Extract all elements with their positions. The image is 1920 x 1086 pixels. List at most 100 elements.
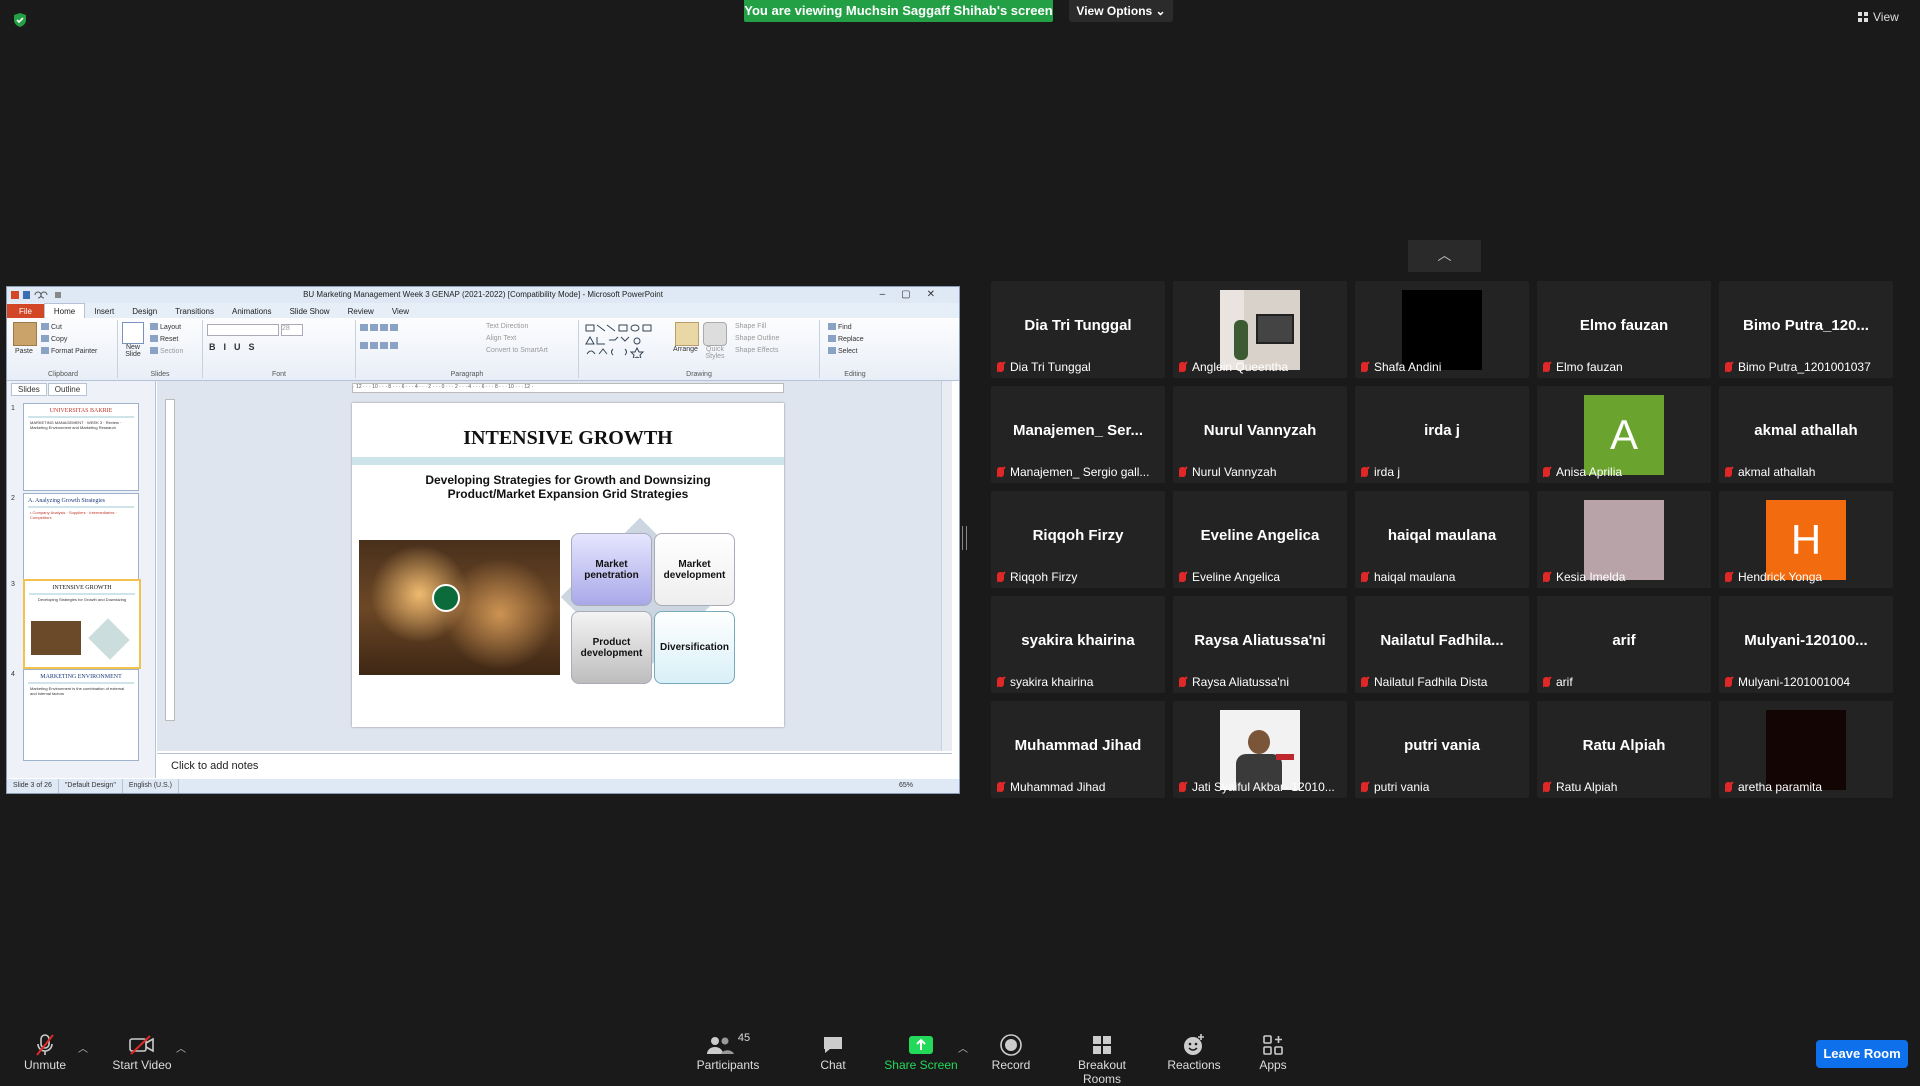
- unmute-button[interactable]: Unmute: [20, 1032, 70, 1072]
- security-shield-icon[interactable]: [12, 12, 28, 28]
- participant-tile[interactable]: Raysa Aliatussa'ni Raysa Aliatussa'ni: [1173, 596, 1347, 693]
- start-video-button[interactable]: Start Video: [104, 1032, 180, 1072]
- layout-button[interactable]: Layout: [150, 323, 181, 331]
- zoom-level[interactable]: 65%: [899, 779, 919, 793]
- slide-title-bar: [352, 457, 784, 465]
- slide-thumbnail[interactable]: UNIVERSITAS BAKRIE MARKETING MANAGEMENT …: [23, 403, 139, 491]
- participant-tile[interactable]: Riqqoh Firzy Riqqoh Firzy: [991, 491, 1165, 588]
- paste-icon[interactable]: [13, 322, 37, 346]
- shape-effects-button[interactable]: Shape Effects: [735, 347, 778, 354]
- participant-tile[interactable]: Muhammad Jihad Muhammad Jihad: [991, 701, 1165, 798]
- apps-button[interactable]: Apps: [1248, 1032, 1298, 1072]
- quick-styles-button[interactable]: Quick Styles: [701, 346, 729, 360]
- cut-button[interactable]: Cut: [41, 323, 62, 331]
- current-slide[interactable]: INTENSIVE GROWTH Developing Strategies f…: [352, 403, 784, 727]
- participant-name: Nailatul Fadhila Dista: [1374, 675, 1488, 689]
- participant-tile[interactable]: Anglein Queentha: [1173, 281, 1347, 378]
- participant-tile[interactable]: arif arif: [1537, 596, 1711, 693]
- participant-tile[interactable]: Nurul Vannyzah Nurul Vannyzah: [1173, 386, 1347, 483]
- tab-outline[interactable]: Outline: [47, 383, 88, 396]
- font-format-buttons[interactable]: BIUS: [209, 342, 263, 352]
- participant-tile[interactable]: Shafa Andini: [1355, 281, 1529, 378]
- participant-tile[interactable]: Mulyani-120100... Mulyani-1201001004: [1719, 596, 1893, 693]
- participant-avatar: [1584, 500, 1664, 580]
- participant-tile[interactable]: Bimo Putra_120... Bimo Putra_1201001037: [1719, 281, 1893, 378]
- leave-room-button[interactable]: Leave Room: [1816, 1040, 1908, 1068]
- copy-button[interactable]: Copy: [41, 335, 67, 343]
- editing-group-label: Editing: [844, 371, 866, 378]
- participant-tile[interactable]: Dia Tri Tunggal Dia Tri Tunggal: [991, 281, 1165, 378]
- participant-tile[interactable]: Ratu Alpiah Ratu Alpiah: [1537, 701, 1711, 798]
- select-button[interactable]: Select: [828, 347, 857, 355]
- scissors-icon: [41, 323, 49, 330]
- participant-tile[interactable]: H Hendrick Yonga: [1719, 491, 1893, 588]
- find-button[interactable]: Find: [828, 323, 852, 331]
- tab-file[interactable]: File: [7, 304, 44, 319]
- participant-tile[interactable]: haiqal maulana haiqal maulana: [1355, 491, 1529, 588]
- text-direction-button[interactable]: Text Direction: [486, 323, 528, 330]
- format-painter-button[interactable]: Format Painter: [41, 347, 97, 355]
- shapes-gallery-icon[interactable]: [585, 324, 665, 358]
- editor-scrollbar[interactable]: [941, 381, 952, 751]
- participants-count: 45: [737, 1032, 751, 1044]
- shape-outline-button[interactable]: Shape Outline: [735, 335, 779, 342]
- list-buttons[interactable]: [360, 324, 400, 332]
- tab-review[interactable]: Review: [339, 304, 383, 319]
- tab-view[interactable]: View: [383, 304, 418, 319]
- participant-tile[interactable]: syakira khairina syakira khairina: [991, 596, 1165, 693]
- record-button[interactable]: Record: [986, 1032, 1036, 1072]
- slide-thumbnail[interactable]: A. Analyzing Growth Strategies • Company…: [23, 493, 139, 581]
- font-family-select[interactable]: [207, 324, 279, 336]
- align-text-button[interactable]: Align Text: [486, 335, 516, 342]
- collapse-gallery-button[interactable]: ︿: [1408, 240, 1481, 272]
- tab-slides[interactable]: Slides: [11, 383, 47, 396]
- breakout-rooms-button[interactable]: Breakout Rooms: [1058, 1032, 1146, 1086]
- tab-home[interactable]: Home: [43, 303, 86, 319]
- slide-subtitle-line-2: Product/Market Expansion Grid Strategies: [447, 487, 689, 501]
- apps-label: Apps: [1259, 1058, 1287, 1072]
- section-button[interactable]: Section: [150, 347, 183, 355]
- tab-design[interactable]: Design: [123, 304, 166, 319]
- align-buttons[interactable]: [360, 342, 400, 350]
- window-controls[interactable]: –▢✕: [880, 287, 951, 303]
- view-button[interactable]: View: [1858, 10, 1899, 24]
- slide-thumbnail[interactable]: MARKETING ENVIRONMENT Marketing Environm…: [23, 669, 139, 761]
- chat-button[interactable]: Chat: [808, 1032, 858, 1072]
- participant-tile[interactable]: Elmo fauzan Elmo fauzan: [1537, 281, 1711, 378]
- participant-tile[interactable]: aretha paramita: [1719, 701, 1893, 798]
- quick-styles-icon[interactable]: [703, 322, 727, 346]
- font-size-select[interactable]: 28: [281, 324, 303, 336]
- tab-animations[interactable]: Animations: [223, 304, 281, 319]
- split-view-divider[interactable]: [962, 526, 967, 550]
- participant-tile[interactable]: Jati Syaiful Akbar- 12010...: [1173, 701, 1347, 798]
- paste-button[interactable]: Paste: [15, 348, 33, 355]
- participant-tile[interactable]: Kesia Imelda: [1537, 491, 1711, 588]
- participants-button[interactable]: 45 Participants: [690, 1032, 766, 1072]
- participant-tile[interactable]: akmal athallah akmal athallah: [1719, 386, 1893, 483]
- participant-tile[interactable]: putri vania putri vania: [1355, 701, 1529, 798]
- participant-tile[interactable]: irda j irda j: [1355, 386, 1529, 483]
- new-slide-button[interactable]: New Slide: [120, 344, 146, 358]
- participant-tile[interactable]: Nailatul Fadhila... Nailatul Fadhila Dist…: [1355, 596, 1529, 693]
- participant-tile[interactable]: Eveline Angelica Eveline Angelica: [1173, 491, 1347, 588]
- view-options-button[interactable]: View Options ⌄: [1069, 0, 1173, 22]
- convert-smartart-button[interactable]: Convert to SmartArt: [486, 347, 548, 354]
- reset-button[interactable]: Reset: [150, 335, 178, 343]
- shared-screen-powerpoint[interactable]: BU Marketing Management Week 3 GENAP (20…: [6, 286, 960, 794]
- tab-slide-show[interactable]: Slide Show: [281, 304, 339, 319]
- arrange-button[interactable]: Arrange: [673, 346, 698, 353]
- replace-button[interactable]: Replace: [828, 335, 864, 343]
- participant-tile[interactable]: Manajemen_ Ser... Manajemen_ Sergio gall.…: [991, 386, 1165, 483]
- new-slide-icon[interactable]: [122, 322, 144, 344]
- share-screen-button[interactable]: Share Screen: [884, 1032, 958, 1072]
- participant-tile[interactable]: A Anisa Aprilia: [1537, 386, 1711, 483]
- arrange-icon[interactable]: [675, 322, 699, 346]
- tab-insert[interactable]: Insert: [85, 304, 123, 319]
- shape-fill-button[interactable]: Shape Fill: [735, 323, 766, 330]
- participant-name: Anisa Aprilia: [1556, 465, 1623, 479]
- slide-thumbnail-selected[interactable]: INTENSIVE GROWTH Developing Strategies f…: [23, 579, 141, 669]
- tab-transitions[interactable]: Transitions: [166, 304, 223, 319]
- notes-pane[interactable]: Click to add notes: [157, 753, 952, 777]
- clipboard-group-label: Clipboard: [48, 371, 78, 378]
- reactions-button[interactable]: Reactions: [1166, 1032, 1222, 1072]
